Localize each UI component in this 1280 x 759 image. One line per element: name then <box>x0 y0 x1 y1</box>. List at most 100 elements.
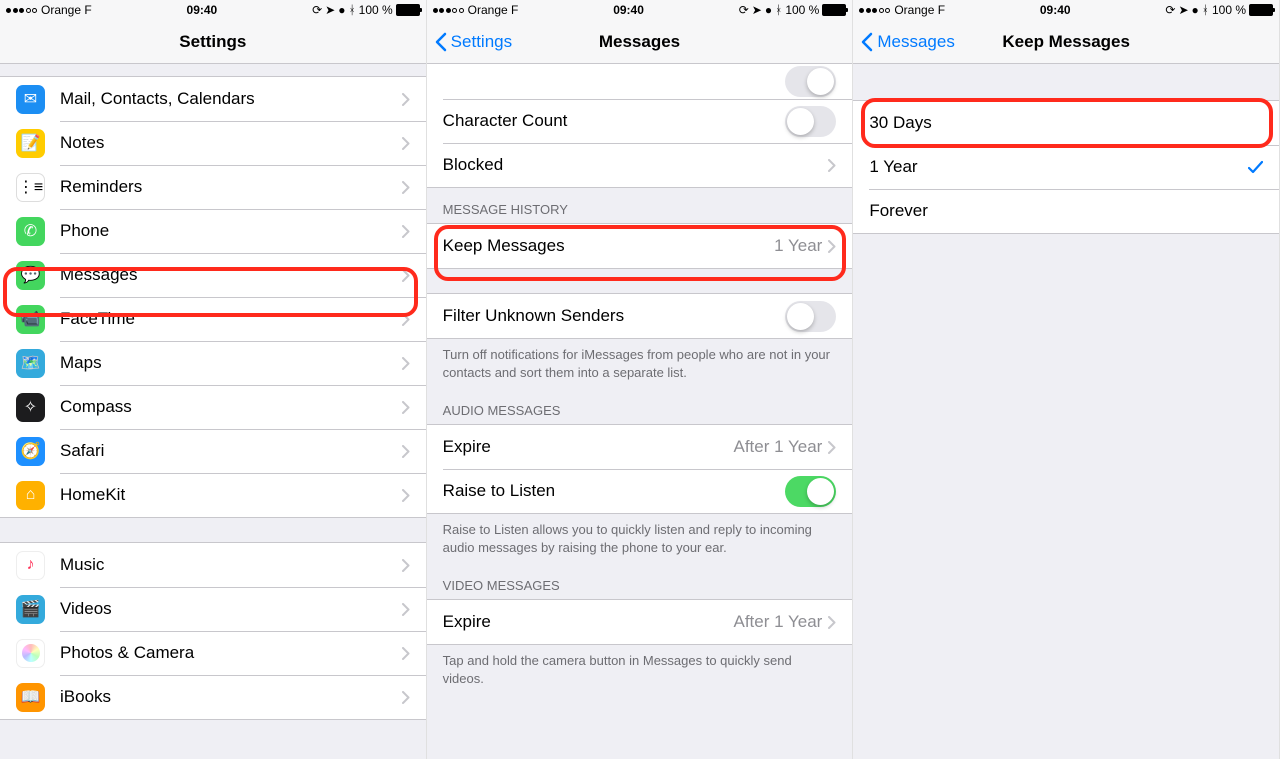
back-button[interactable]: Settings <box>435 32 512 52</box>
row-value: 1 Year <box>774 236 822 256</box>
row-label: Notes <box>60 133 402 153</box>
row-label: Raise to Listen <box>443 481 786 501</box>
row-label: Expire <box>443 612 734 632</box>
row-label: Keep Messages <box>443 236 774 256</box>
notes-icon: 📝 <box>16 129 45 158</box>
section-header-video: VIDEO MESSAGES <box>427 564 853 599</box>
nav-bar: Settings <box>0 20 426 64</box>
row-label: iBooks <box>60 687 402 707</box>
row-character-count[interactable]: Character Count <box>427 99 853 143</box>
chevron-right-icon <box>402 691 410 704</box>
filter-unknown-toggle[interactable] <box>785 301 836 332</box>
mail-icon: ✉︎ <box>16 85 45 114</box>
row-partial-toggle[interactable] <box>427 64 853 99</box>
bluetooth-icon: ᚼ <box>775 3 782 17</box>
location-icon: ➤ <box>1178 3 1188 17</box>
settings-row-maps[interactable]: 🗺️ Maps <box>0 341 426 385</box>
back-label: Messages <box>877 32 954 52</box>
battery-pct-label: 100 % <box>1212 3 1246 17</box>
chevron-right-icon <box>402 489 410 502</box>
settings-row-facetime[interactable]: 📹 FaceTime <box>0 297 426 341</box>
row-label: Mail, Contacts, Calendars <box>60 89 402 109</box>
messages-settings-panel: Orange F 09:40 ⟳ ➤ ● ᚼ 100 % Settings Me… <box>427 0 854 759</box>
chevron-right-icon <box>402 269 410 282</box>
chevron-right-icon <box>402 559 410 572</box>
row-label: Compass <box>60 397 402 417</box>
clock-label: 09:40 <box>187 3 218 17</box>
clock-label: 09:40 <box>613 3 644 17</box>
row-label: Filter Unknown Senders <box>443 306 786 326</box>
row-label: 1 Year <box>869 157 1248 177</box>
settings-row-compass[interactable]: ✧ Compass <box>0 385 426 429</box>
settings-row-phone[interactable]: ✆ Phone <box>0 209 426 253</box>
settings-row-safari[interactable]: 🧭 Safari <box>0 429 426 473</box>
battery-icon <box>822 4 846 16</box>
settings-row-reminders[interactable]: ⋮≡ Reminders <box>0 165 426 209</box>
settings-row-videos[interactable]: 🎬 Videos <box>0 587 426 631</box>
chevron-right-icon <box>402 603 410 616</box>
row-label: Forever <box>869 201 1263 221</box>
option-1-year[interactable]: 1 Year <box>853 145 1279 189</box>
page-title: Settings <box>179 32 246 52</box>
music-icon: ♪ <box>16 551 45 580</box>
row-blocked[interactable]: Blocked <box>427 143 853 187</box>
chevron-right-icon <box>402 445 410 458</box>
settings-row-messages[interactable]: 💬 Messages <box>0 253 426 297</box>
row-label: Phone <box>60 221 402 241</box>
page-title: Keep Messages <box>1002 32 1130 52</box>
character-count-toggle[interactable] <box>785 106 836 137</box>
battery-icon <box>1249 4 1273 16</box>
back-button[interactable]: Messages <box>861 32 954 52</box>
bluetooth-icon: ᚼ <box>348 3 355 17</box>
row-video-expire[interactable]: Expire After 1 Year <box>427 600 853 644</box>
row-audio-expire[interactable]: Expire After 1 Year <box>427 425 853 469</box>
chevron-right-icon <box>402 225 410 238</box>
chevron-right-icon <box>828 441 836 454</box>
section-header-audio: AUDIO MESSAGES <box>427 389 853 424</box>
safari-icon: 🧭 <box>16 437 45 466</box>
signal-icon <box>433 8 464 13</box>
nav-bar: Messages Keep Messages <box>853 20 1279 64</box>
section-header-history: MESSAGE HISTORY <box>427 188 853 223</box>
signal-icon <box>859 8 890 13</box>
alarm-icon: ● <box>1192 3 1199 17</box>
row-keep-messages[interactable]: Keep Messages 1 Year <box>427 224 853 268</box>
toggle-off[interactable] <box>785 66 836 97</box>
settings-row-mail[interactable]: ✉︎ Mail, Contacts, Calendars <box>0 77 426 121</box>
homekit-icon: ⌂ <box>16 481 45 510</box>
row-label: Blocked <box>443 155 829 175</box>
nav-bar: Settings Messages <box>427 20 853 64</box>
carrier-label: Orange F <box>468 3 519 17</box>
signal-icon <box>6 8 37 13</box>
settings-row-notes[interactable]: 📝 Notes <box>0 121 426 165</box>
row-label: Maps <box>60 353 402 373</box>
alarm-icon: ● <box>338 3 345 17</box>
video-expire-footer: Tap and hold the camera button in Messag… <box>427 645 853 695</box>
photos-icon <box>16 639 45 668</box>
clock-label: 09:40 <box>1040 3 1071 17</box>
keep-messages-panel: Orange F 09:40 ⟳ ➤ ● ᚼ 100 % Messages Ke… <box>853 0 1280 759</box>
videos-icon: 🎬 <box>16 595 45 624</box>
row-label: Expire <box>443 437 734 457</box>
row-label: Music <box>60 555 402 575</box>
facetime-icon: 📹 <box>16 305 45 334</box>
settings-row-photos[interactable]: Photos & Camera <box>0 631 426 675</box>
battery-pct-label: 100 % <box>359 3 393 17</box>
option-forever[interactable]: Forever <box>853 189 1279 233</box>
settings-row-music[interactable]: ♪ Music <box>0 543 426 587</box>
chevron-right-icon <box>402 401 410 414</box>
chevron-left-icon <box>861 32 873 52</box>
option-30-days[interactable]: 30 Days <box>853 101 1279 145</box>
status-bar: Orange F 09:40 ⟳ ➤ ● ᚼ 100 % <box>853 0 1279 20</box>
maps-icon: 🗺️ <box>16 349 45 378</box>
chevron-right-icon <box>402 137 410 150</box>
compass-icon: ✧ <box>16 393 45 422</box>
row-raise-to-listen[interactable]: Raise to Listen <box>427 469 853 513</box>
row-label: FaceTime <box>60 309 402 329</box>
row-filter-unknown[interactable]: Filter Unknown Senders <box>427 294 853 338</box>
settings-row-ibooks[interactable]: 📖 iBooks <box>0 675 426 719</box>
alarm-icon: ● <box>765 3 772 17</box>
settings-row-homekit[interactable]: ⌂ HomeKit <box>0 473 426 517</box>
raise-to-listen-toggle[interactable] <box>785 476 836 507</box>
row-label: Messages <box>60 265 402 285</box>
